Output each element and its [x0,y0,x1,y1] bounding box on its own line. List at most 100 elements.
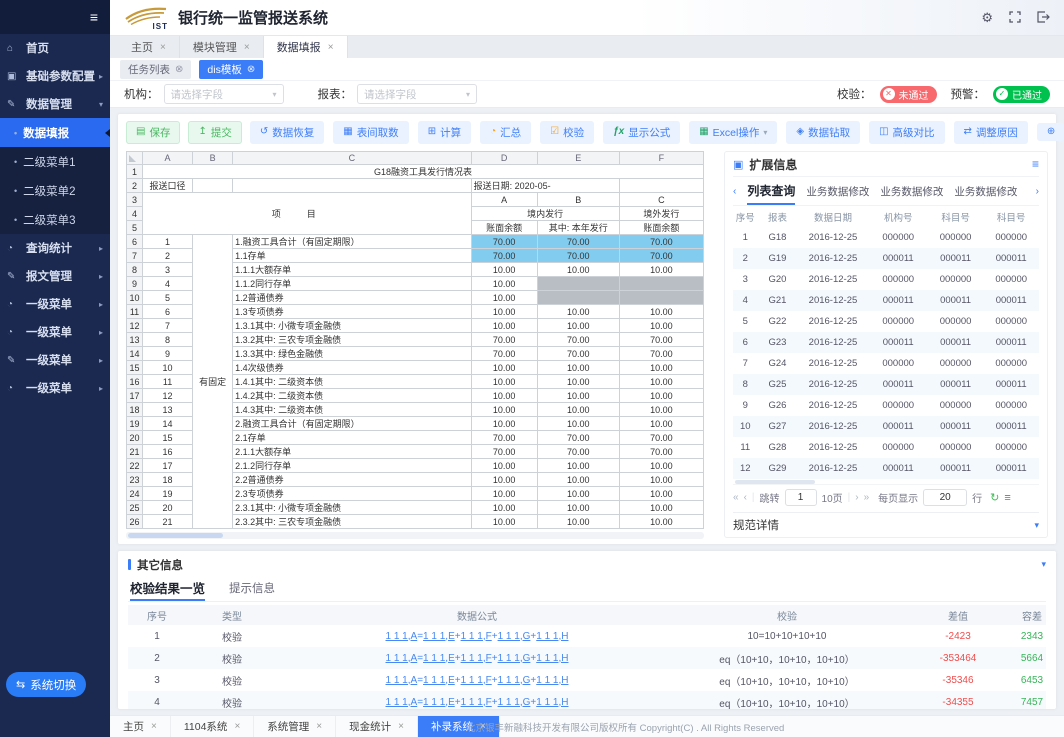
sidebar-item-1[interactable]: ▣基础参数配置▸ [0,62,110,90]
cell-value[interactable]: 10.00 [537,361,619,375]
cell-value[interactable]: 10.00 [537,403,619,417]
row-number[interactable]: 11 [127,305,143,319]
compare-button[interactable]: ◫高级对比 [869,121,944,144]
close-icon[interactable]: × [398,721,404,732]
formula-link[interactable]: 1 1 1,E [423,653,455,664]
cell-item-name[interactable]: 1.3.3其中: 绿色金融债 [233,347,471,361]
cell-a[interactable]: 13 [143,403,193,417]
cell-value[interactable]: 10.00 [619,375,703,389]
system-switch-button[interactable]: ⇆ 系统切换 [6,672,86,697]
cell-value[interactable]: 10.00 [471,277,537,291]
cell-a[interactable]: 16 [143,445,193,459]
row-number[interactable]: 22 [127,459,143,473]
cell-value[interactable]: 70.00 [471,431,537,445]
row-number[interactable]: 15 [127,361,143,375]
formula-link[interactable]: 1 1 1,G [498,697,531,708]
footer-tab-1[interactable]: 1104系统× [171,716,254,737]
tabs-scroll-left-icon[interactable]: ‹ [733,186,736,197]
sidebar-item-8[interactable]: ✎报文管理▸ [0,262,110,290]
cell-item-name[interactable]: 1.1.2同行存单 [233,277,471,291]
sheet-horizontal-scrollbar[interactable] [126,532,704,539]
row-number[interactable]: 16 [127,375,143,389]
sidebar-item-12[interactable]: ◔一级菜单▸ [0,374,110,402]
page-input[interactable] [785,489,817,506]
formula-link[interactable]: 1 1 1,H [536,675,568,686]
cell-item-name[interactable]: 1.1存单 [233,249,471,263]
cell-value[interactable]: 10.00 [537,459,619,473]
tab-2[interactable]: 数据填报× [264,36,348,58]
cell-a[interactable]: 7 [143,319,193,333]
column-header-D[interactable]: D [471,152,537,165]
cell-value[interactable]: 70.00 [471,249,537,263]
cell-item-name[interactable]: 2.3.1其中: 小微专项金融债 [233,501,471,515]
tabs-scroll-right-icon[interactable]: › [1036,186,1039,197]
cell-value[interactable]: 70.00 [619,249,703,263]
cell-item-name[interactable]: 2.1.1大额存单 [233,445,471,459]
scrollbar-thumb[interactable] [735,480,815,484]
fx-button[interactable]: ƒx显示公式 [603,121,680,144]
tab-0[interactable]: 主页× [118,36,180,58]
formula-link[interactable]: 1 1 1,A [386,675,418,686]
cell-value[interactable]: 70.00 [619,333,703,347]
last-page-icon[interactable]: » [864,492,870,503]
formula-link[interactable]: 1 1 1,A [386,631,418,642]
formula-link[interactable]: 1 1 1,G [498,631,531,642]
cell-value[interactable] [619,291,703,305]
cell-value[interactable]: 70.00 [537,249,619,263]
cell-a[interactable]: 17 [143,459,193,473]
cell-value[interactable]: 10.00 [537,515,619,529]
cell-value[interactable] [537,291,619,305]
cell-value[interactable]: 10.00 [537,319,619,333]
cell-value[interactable]: 10.00 [471,291,537,305]
cell-value[interactable]: 10.00 [537,417,619,431]
cell-value[interactable]: 10.00 [619,417,703,431]
formula-link[interactable]: 1 1 1,G [498,653,531,664]
cell-value[interactable]: 70.00 [619,235,703,249]
cell-a[interactable]: 12 [143,389,193,403]
validation-tab-1[interactable]: 提示信息 [229,575,275,601]
first-page-icon[interactable]: « [733,492,739,503]
row-number[interactable]: 12 [127,319,143,333]
cell-value[interactable]: 10.00 [619,473,703,487]
cell-a[interactable]: 3 [143,263,193,277]
cell-value[interactable]: 10.00 [619,305,703,319]
cell-a[interactable]: 8 [143,333,193,347]
excel-button[interactable]: ▦Excel操作▾ [689,121,777,144]
cell-item-name[interactable]: 1.3.2其中: 三农专项金融债 [233,333,471,347]
footer-tab-2[interactable]: 系统管理× [254,716,336,737]
cell-a[interactable]: 2 [143,249,193,263]
item-header-cell[interactable]: 项目 [143,193,472,235]
row-number[interactable]: 6 [127,235,143,249]
row-number[interactable]: 21 [127,445,143,459]
row-number[interactable]: 20 [127,431,143,445]
cell-a[interactable]: 21 [143,515,193,529]
cell-value[interactable]: 70.00 [471,445,537,459]
cell-value[interactable]: 10.00 [619,501,703,515]
cell-value[interactable]: 10.00 [537,263,619,277]
sidebar-collapse-button[interactable]: ≡ [0,0,110,34]
check-button[interactable]: ☑校验 [540,121,594,144]
row-number[interactable]: 24 [127,487,143,501]
close-icon[interactable]: × [316,721,322,732]
cell-value[interactable]: 10.00 [619,487,703,501]
cell-a[interactable]: 10 [143,361,193,375]
sidebar-subitem-5[interactable]: •二级菜单2 [0,176,110,205]
cell-value[interactable]: 70.00 [471,333,537,347]
cell-value[interactable]: 10.00 [537,501,619,515]
cell-item-name[interactable]: 1.4.1其中: 二级资本债 [233,375,471,389]
cell-value[interactable]: 10.00 [471,375,537,389]
cell-a[interactable]: 19 [143,487,193,501]
cell-value[interactable]: 10.00 [537,487,619,501]
tab-1[interactable]: 模块管理× [180,36,264,58]
sheet-title[interactable]: G18融资工具发行情况表 [143,165,704,179]
footer-tab-3[interactable]: 现金统计× [336,716,418,737]
cell-value[interactable]: 10.00 [471,417,537,431]
cell-a[interactable]: 20 [143,501,193,515]
close-circle-icon[interactable]: ⊗ [247,64,255,75]
close-circle-icon[interactable]: ⊗ [175,64,183,75]
calc-button[interactable]: ⊞计算 [418,121,471,144]
cell-value[interactable]: 10.00 [537,305,619,319]
validation-table-row[interactable]: 3校验1 1 1,A=1 1 1,E+1 1 1,F+1 1 1,G+1 1 1… [128,669,1046,691]
logout-icon[interactable] [1037,11,1050,25]
extension-tab-3[interactable]: 业务数据修改 [954,184,1017,199]
